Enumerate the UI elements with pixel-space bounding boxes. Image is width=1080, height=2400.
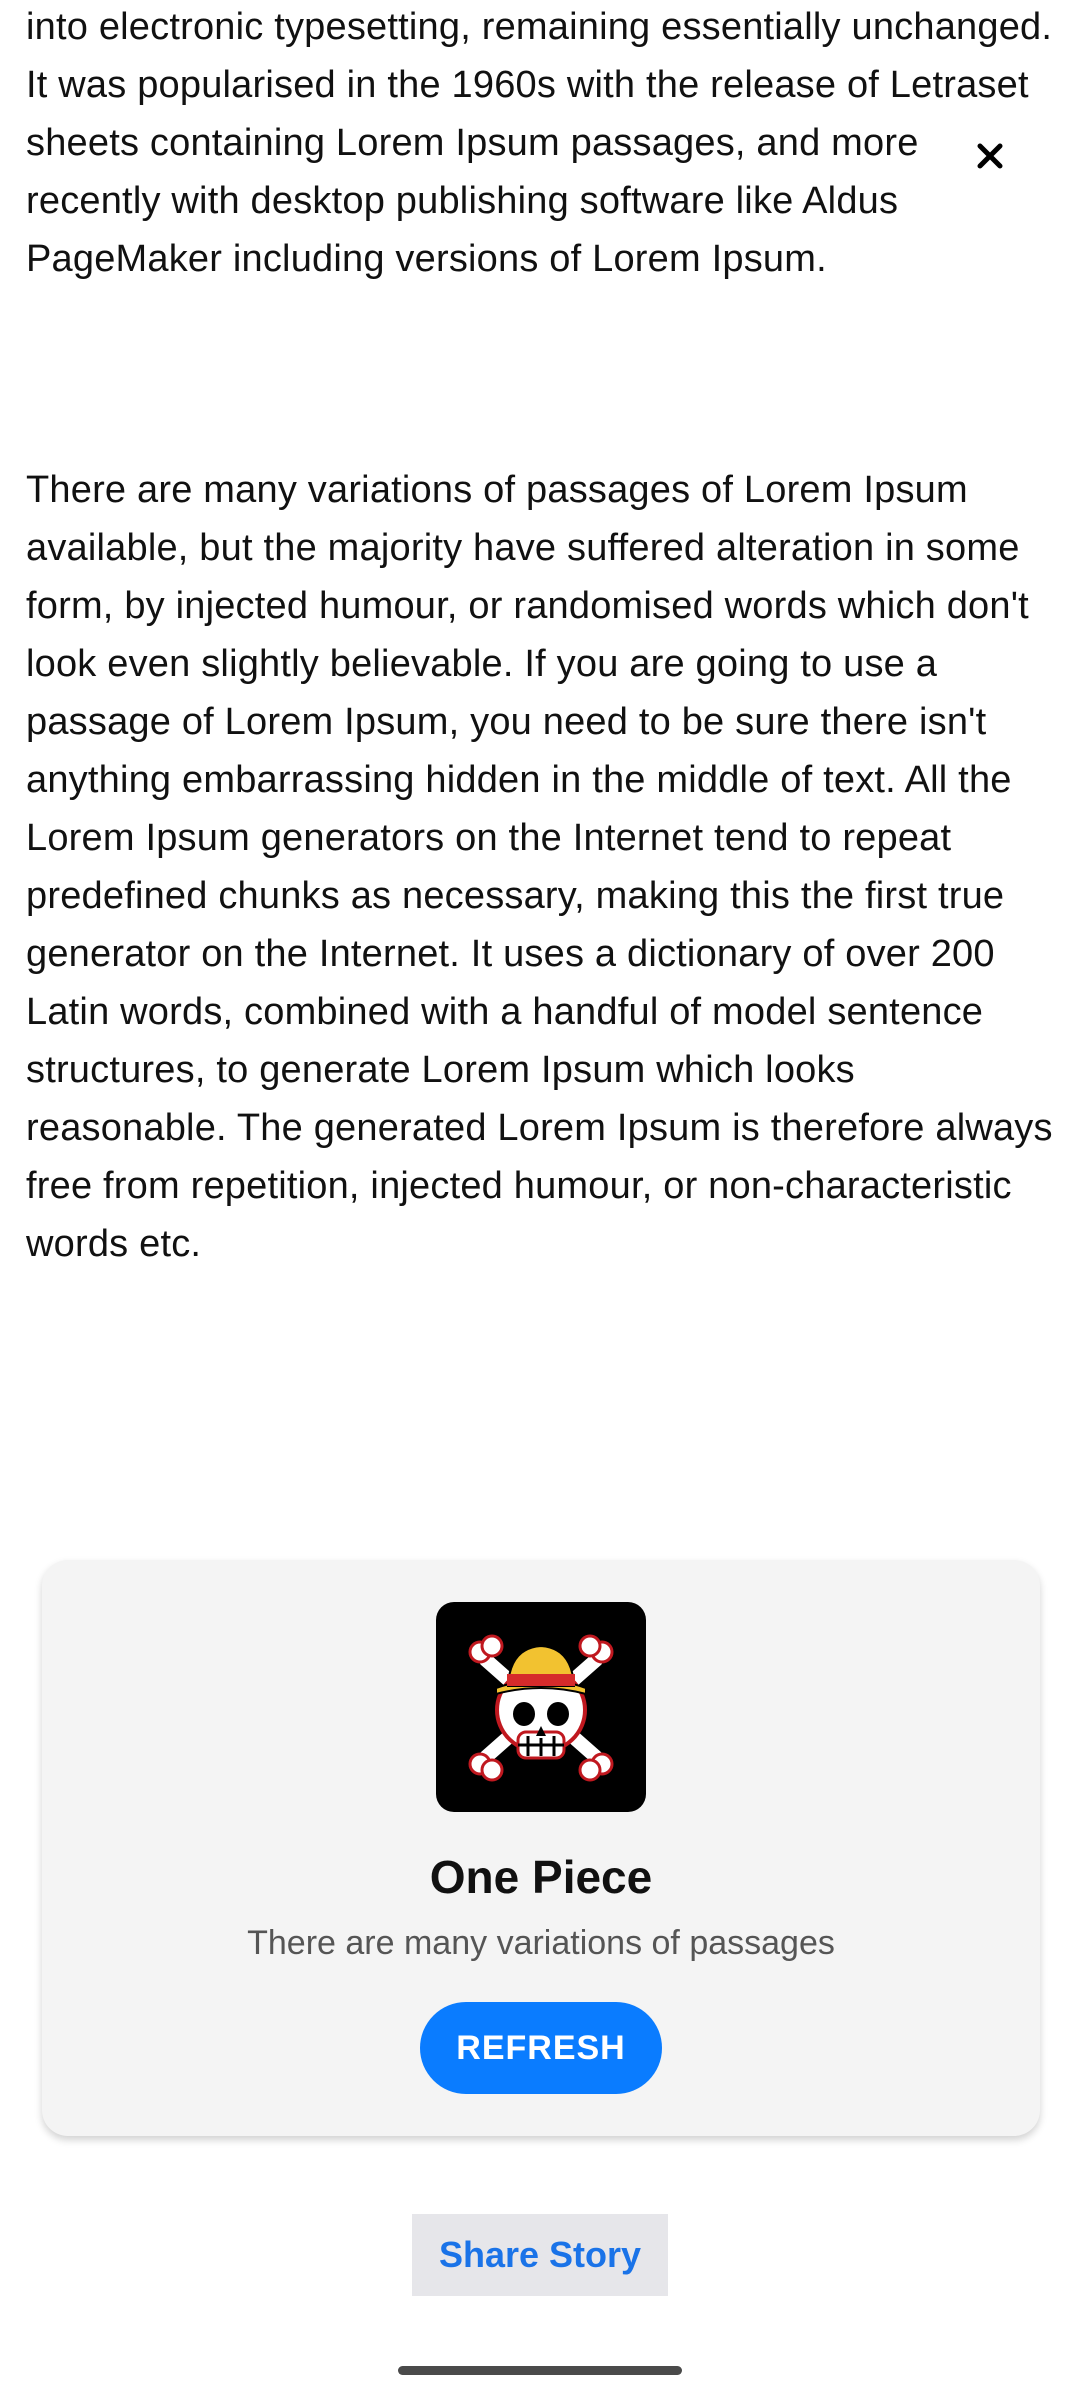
article-paragraph: into electronic typesetting, remaining e… [26, 6, 1053, 280]
story-subtitle: There are many variations of passages [247, 1924, 835, 1962]
story-title: One Piece [429, 1851, 653, 1903]
story-card: One Piece There are many variations of p… [42, 1560, 1040, 2136]
close-icon[interactable] [966, 132, 1014, 180]
straw-hat-jolly-roger-icon [436, 1602, 646, 1812]
share-story-button[interactable]: Share Story [412, 2214, 668, 2296]
home-indicator[interactable] [398, 2366, 682, 2375]
article-paragraph: There are many variations of passages of… [26, 469, 1053, 1265]
story-screen: into electronic typesetting, remaining e… [0, 0, 1080, 2400]
refresh-button[interactable]: REFRESH [420, 2002, 662, 2094]
